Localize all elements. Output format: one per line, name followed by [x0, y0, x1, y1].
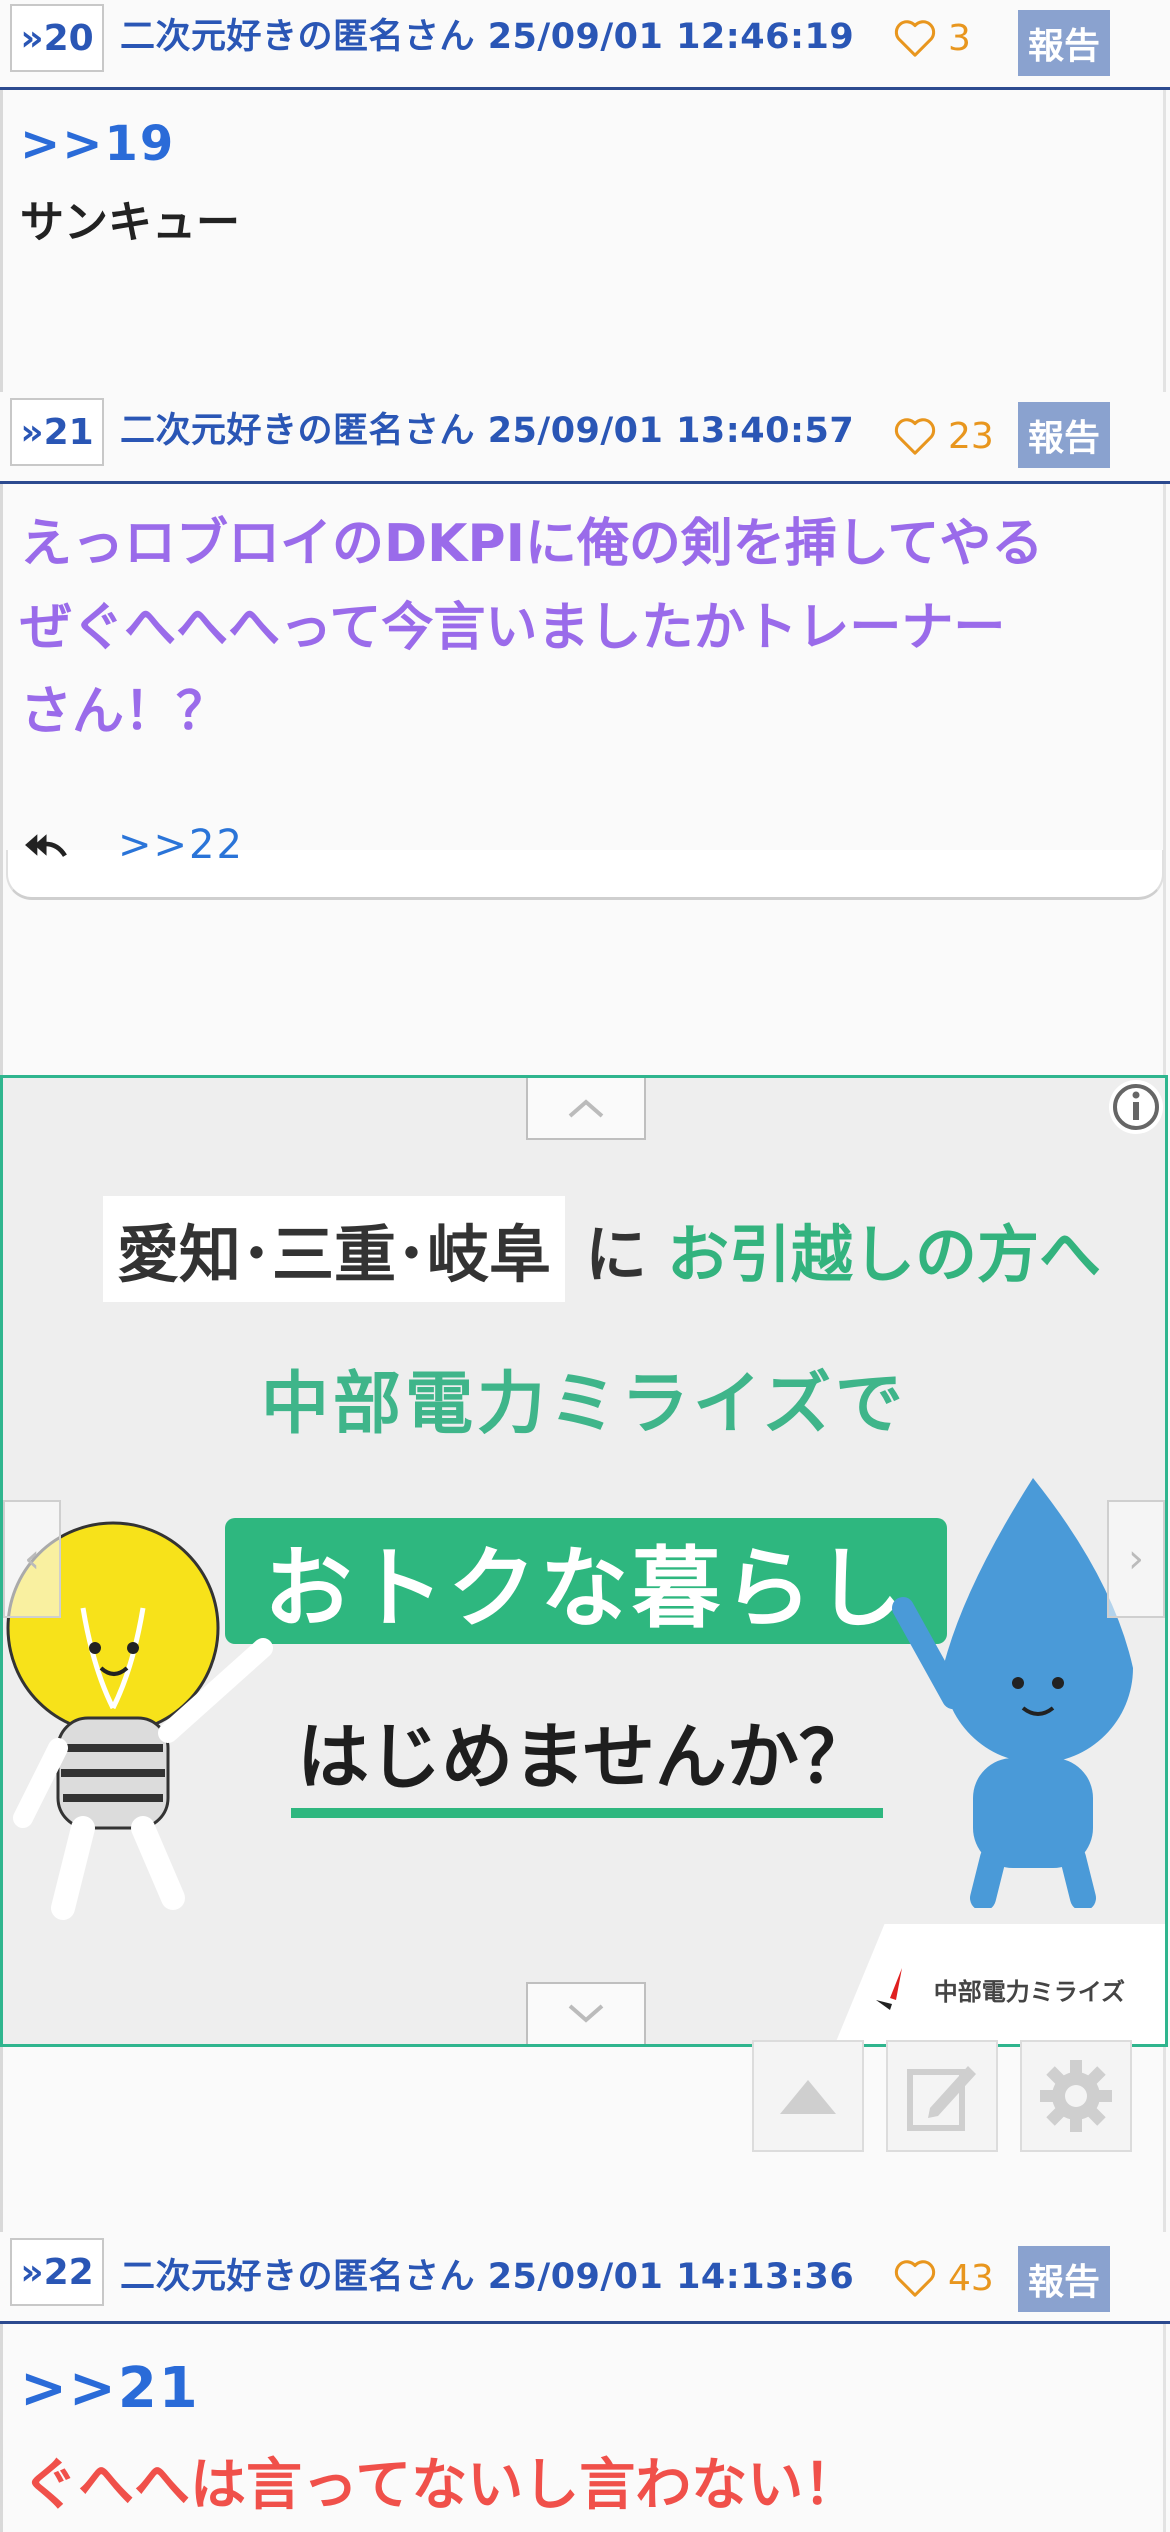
- ad-next-button[interactable]: ›: [1107, 1500, 1165, 1618]
- ad-underline: [291, 1808, 883, 1818]
- like-count: 3: [948, 17, 971, 59]
- up-triangle-icon: [780, 2080, 836, 2114]
- post-header-22: »22 二次元好きの匿名さん 25/09/01 14:13:36 43 報告: [0, 2232, 1170, 2324]
- like-count: 43: [948, 2257, 994, 2299]
- post-body: サンキュー: [20, 197, 240, 248]
- info-icon: [1113, 1084, 1159, 1130]
- edit-icon: [907, 2066, 976, 2131]
- post-header-20: »20 二次元好きの匿名さん 25/09/01 12:46:19 3 報告: [0, 0, 1170, 90]
- post-meta: 二次元好きの匿名さん 25/09/01 13:40:57: [120, 402, 854, 453]
- ad-info-button[interactable]: [1109, 1080, 1163, 1134]
- like-button[interactable]: 3: [892, 12, 971, 64]
- post-number[interactable]: »22: [10, 2238, 104, 2306]
- like-button[interactable]: 23: [892, 410, 994, 462]
- chevron-up-icon: [568, 1099, 604, 1118]
- author-name: 二次元好きの匿名さん: [120, 411, 476, 451]
- ad-prev-button[interactable]: ‹: [3, 1500, 61, 1618]
- ad-prefectures: 愛知･三重･岐阜: [103, 1196, 566, 1302]
- post-meta: 二次元好きの匿名さん 25/09/01 12:46:19: [120, 8, 854, 59]
- post-number[interactable]: »20: [10, 4, 104, 72]
- ad-brand-line: 中部電力ミライズで: [261, 1365, 907, 1444]
- post-body: えっロブロイのDKPIに俺の剣を挿してやる ぜぐへへへって今言いましたかトレーナ…: [20, 502, 1150, 754]
- ad-green-banner: おトクな暮らし: [225, 1518, 947, 1644]
- post-datetime: 25/09/01 13:40:57: [487, 411, 855, 451]
- like-button[interactable]: 43: [892, 2252, 994, 2304]
- report-button[interactable]: 報告: [1018, 402, 1110, 468]
- post-body: ぐへへは言ってないし言わない！: [22, 2453, 860, 2518]
- reply-icon: [25, 834, 67, 858]
- report-button[interactable]: 報告: [1018, 10, 1110, 76]
- post-body-line: さん！？: [20, 682, 229, 742]
- report-button[interactable]: 報告: [1018, 2246, 1110, 2312]
- scroll-top-button[interactable]: [752, 2040, 864, 2152]
- post-body-line: ぜぐへへへって今言いましたかトレーナー: [20, 598, 1006, 658]
- heart-icon: [894, 20, 936, 57]
- author-name: 二次元好きの匿名さん: [120, 17, 476, 57]
- post-number[interactable]: »21: [10, 398, 104, 466]
- quote-link[interactable]: >>21: [20, 2356, 200, 2421]
- post-meta: 二次元好きの匿名さん 25/09/01 14:13:36: [120, 2248, 854, 2299]
- ad-particle: に: [585, 1218, 648, 1291]
- post-datetime: 25/09/01 14:13:36: [487, 2257, 855, 2297]
- advertisement-banner[interactable]: 愛知･三重･岐阜 に お引越しの方へ 中部電力ミライズで おトクな暮らし はじめ…: [0, 1075, 1168, 2047]
- quote-link[interactable]: >>19: [20, 116, 175, 172]
- ad-headline: 愛知･三重･岐阜 に お引越しの方へ: [103, 1196, 1101, 1302]
- chubu-mirise-logo-icon: [875, 1968, 902, 2010]
- chevron-down-icon: [568, 2004, 604, 2023]
- post-datetime: 25/09/01 12:46:19: [487, 17, 855, 57]
- heart-icon: [894, 2260, 936, 2297]
- ad-logo: 中部電力ミライズ: [872, 1964, 1125, 2014]
- ad-scroll-up-button[interactable]: [526, 1078, 646, 1140]
- reply-link[interactable]: >>22: [118, 822, 244, 868]
- post-header-21: »21 二次元好きの匿名さん 25/09/01 13:40:57 23 報告: [0, 392, 1170, 484]
- write-post-button[interactable]: [886, 2040, 998, 2152]
- author-name: 二次元好きの匿名さん: [120, 2257, 476, 2297]
- heart-icon: [894, 418, 936, 455]
- reply-row: >>22: [22, 822, 244, 868]
- post-body-line: えっロブロイのDKPIに俺の剣を挿してやる: [20, 514, 1044, 574]
- ad-scroll-down-button[interactable]: [526, 1982, 646, 2044]
- ad-logo-text: 中部電力ミライズ: [933, 1977, 1125, 2006]
- gear-icon: [1040, 2060, 1112, 2132]
- ad-moving-text: お引越しの方へ: [667, 1218, 1102, 1291]
- water-drop-mascot-icon: [892, 1478, 1133, 1908]
- like-count: 23: [948, 415, 994, 457]
- settings-button[interactable]: [1020, 2040, 1132, 2152]
